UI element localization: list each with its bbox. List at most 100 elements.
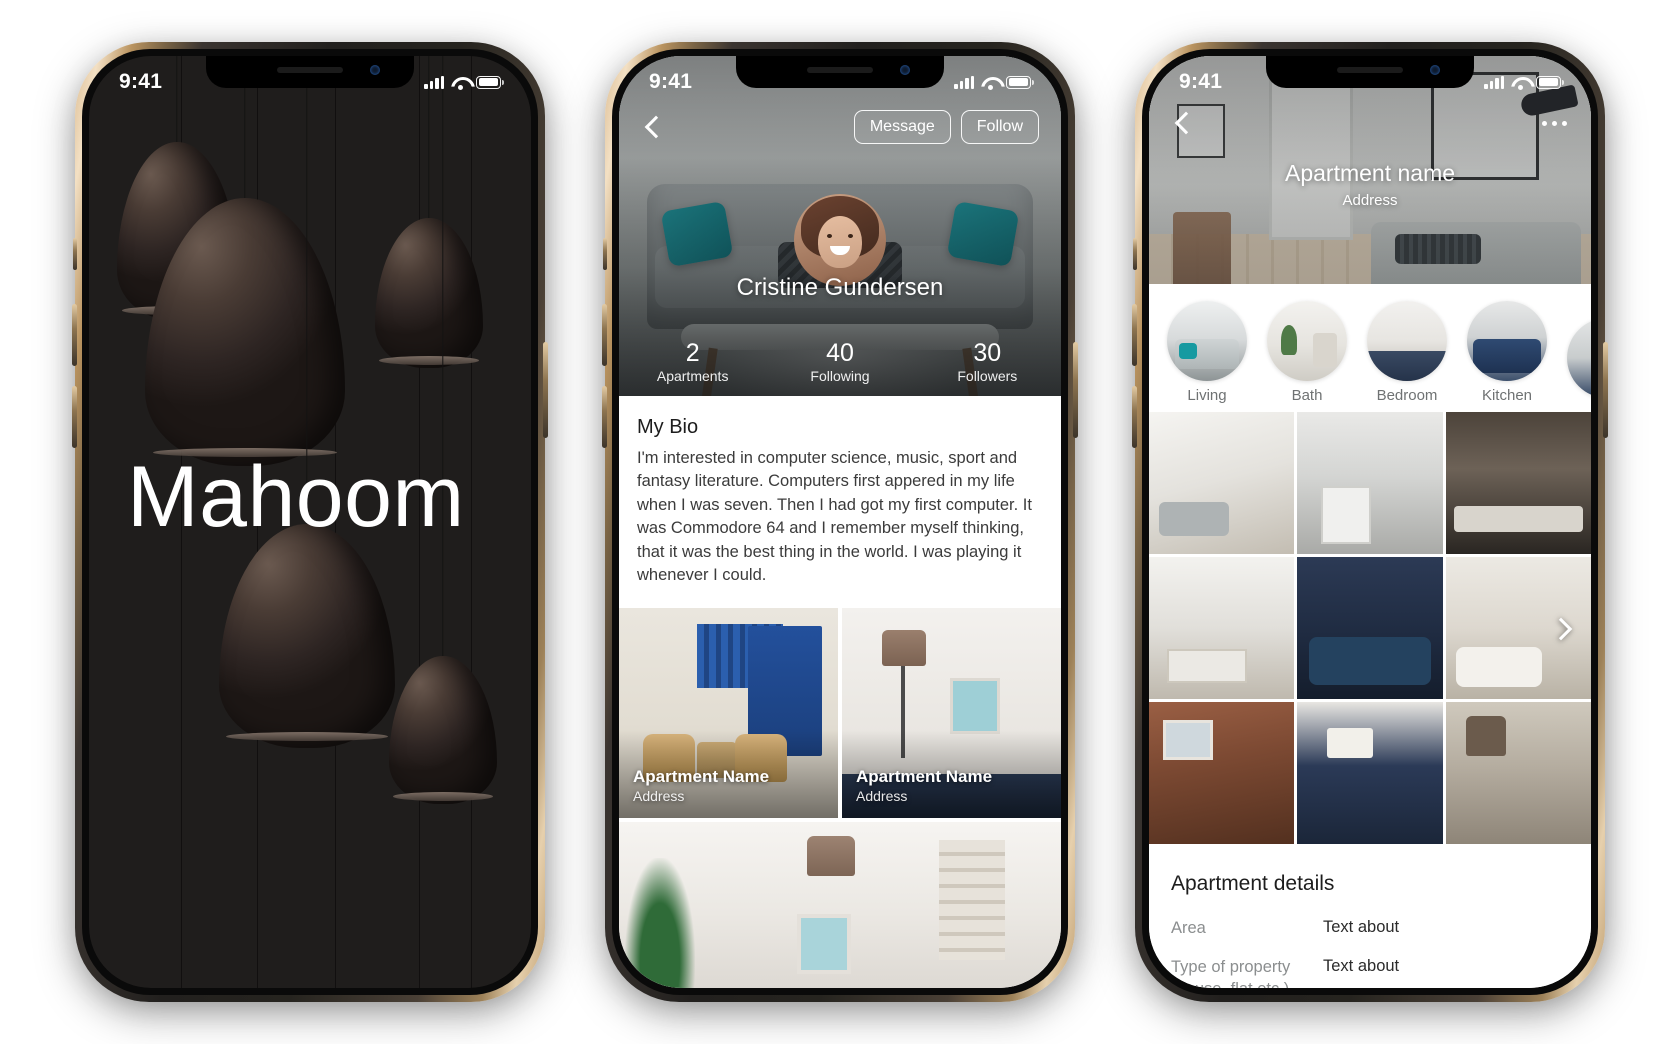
earpiece-speaker — [807, 67, 873, 73]
stat-label: Followers — [957, 368, 1018, 384]
phone-screen-1: Mahoom 9:41 — [89, 56, 531, 988]
power-button[interactable] — [1603, 342, 1608, 438]
apartment-name: Apartment Name — [633, 766, 770, 786]
detail-value: Text about — [1323, 957, 1400, 976]
mute-switch[interactable] — [1133, 238, 1137, 270]
power-button[interactable] — [1073, 342, 1078, 438]
stat-label: Following — [810, 368, 870, 384]
detail-row-type: Type of property (house, flat etc.) Text… — [1171, 957, 1569, 988]
front-camera — [370, 65, 380, 75]
photo-tile[interactable] — [1297, 702, 1443, 844]
detail-row-area: Area Text about — [1171, 918, 1569, 939]
avatar-eye — [848, 234, 853, 238]
category-label: Living — [1187, 387, 1227, 404]
device-notch — [1266, 56, 1474, 88]
apartment-title-block: Apartment name Address — [1149, 160, 1591, 209]
message-button[interactable]: Message — [853, 110, 951, 144]
apartment-name: Apartment Name — [856, 766, 993, 786]
photo-tile[interactable] — [1445, 702, 1591, 844]
apartment-caption: Apartment Name Address — [856, 766, 992, 804]
apartment-name: Apartment name — [1284, 160, 1456, 186]
category-thumbnail — [1467, 301, 1547, 381]
profile-stats: 2 Apartments 40 Following 30 Followers — [619, 339, 1061, 384]
volume-up-button[interactable] — [72, 304, 77, 366]
shelf-decoration — [939, 840, 1005, 960]
avatar[interactable] — [794, 194, 886, 286]
bio-title: My Bio — [637, 416, 699, 438]
category-living[interactable]: Living — [1157, 301, 1257, 404]
detail-key: Type of property (house, flat etc.) — [1171, 957, 1323, 988]
profile-screen: Cristine Gundersen 2 Apartments 40 Follo… — [619, 56, 1061, 988]
phone-splash: Mahoom 9:41 — [72, 42, 548, 1002]
front-camera — [900, 65, 910, 75]
category-bedroom[interactable]: Bedroom — [1357, 301, 1457, 404]
profile-name: Cristine Gundersen — [736, 274, 944, 301]
apartment-details-card: Apartment details Area Text about Type o… — [1149, 844, 1591, 988]
photo-tile[interactable] — [1149, 412, 1295, 554]
phone-screen-2: Cristine Gundersen 2 Apartments 40 Follo… — [619, 56, 1061, 988]
category-bath[interactable]: Bath — [1257, 301, 1357, 404]
apartment-address: Address — [633, 788, 685, 804]
volume-down-button[interactable] — [602, 386, 607, 448]
splash-screen: Mahoom — [89, 56, 531, 988]
stat-following[interactable]: 40 Following — [766, 339, 913, 384]
avatar-eye — [827, 234, 832, 238]
category-kitchen[interactable]: Kitchen — [1457, 301, 1557, 404]
brand-title: Mahoom — [127, 449, 465, 545]
more-options-icon[interactable] — [1540, 115, 1569, 132]
next-chevron-icon[interactable] — [1543, 610, 1579, 646]
category-label: Bedroom — [1376, 387, 1438, 404]
volume-up-button[interactable] — [1132, 304, 1137, 366]
photo-tile[interactable] — [1149, 557, 1295, 699]
wide-photo-tile[interactable] — [619, 822, 1061, 988]
apartment-screen: Apartment name Address Living Bath Bedro… — [1149, 56, 1591, 988]
category-strip[interactable]: Living Bath Bedroom Kitchen — [1149, 284, 1591, 412]
photo-tile[interactable] — [1445, 412, 1591, 554]
back-chevron-icon[interactable] — [1171, 110, 1197, 136]
earpiece-speaker — [1337, 67, 1403, 73]
category-thumbnail — [1167, 301, 1247, 381]
volume-down-button[interactable] — [72, 386, 77, 448]
power-button[interactable] — [543, 342, 548, 438]
stat-apartments[interactable]: 2 Apartments — [619, 339, 766, 384]
stat-value: 30 — [973, 339, 1002, 368]
floor-lamp-decoration — [807, 836, 855, 876]
category-thumbnail — [1567, 318, 1591, 398]
apartment-card-row: Apartment Name Address Apartment Name Ad… — [619, 608, 1061, 818]
phone-profile: Cristine Gundersen 2 Apartments 40 Follo… — [602, 42, 1078, 1002]
profile-hero: Cristine Gundersen 2 Apartments 40 Follo… — [619, 56, 1061, 396]
category-thumbnail — [1367, 301, 1447, 381]
front-camera — [1430, 65, 1440, 75]
back-chevron-icon[interactable] — [641, 114, 667, 140]
stat-followers[interactable]: 30 Followers — [914, 339, 1061, 384]
device-notch — [206, 56, 414, 88]
stat-label: Apartments — [656, 368, 729, 384]
profile-actions: Message Follow — [853, 110, 1039, 144]
volume-down-button[interactable] — [1132, 386, 1137, 448]
apartment-address: Address — [1342, 192, 1398, 209]
lamp-decoration — [882, 630, 926, 758]
avatar-face — [818, 216, 862, 268]
volume-up-button[interactable] — [602, 304, 607, 366]
apartment-card[interactable]: Apartment Name Address — [619, 608, 838, 818]
apartment-card[interactable]: Apartment Name Address — [842, 608, 1061, 818]
category-label: Bath — [1291, 387, 1323, 404]
category-label: Kitchen — [1481, 387, 1533, 404]
photo-tile[interactable] — [1297, 412, 1443, 554]
photo-tile[interactable] — [1149, 702, 1295, 844]
photo-grid — [1149, 412, 1591, 844]
bio-text: I'm interested in computer science, musi… — [637, 449, 1032, 585]
profile-nav-bar: Message Follow — [619, 110, 1061, 144]
photo-tile[interactable] — [1297, 557, 1443, 699]
artwork-decoration — [797, 914, 851, 974]
mute-switch[interactable] — [603, 238, 607, 270]
follow-button[interactable]: Follow — [960, 110, 1039, 144]
phone-screen-3: Apartment name Address Living Bath Bedro… — [1149, 56, 1591, 988]
device-notch — [736, 56, 944, 88]
mute-switch[interactable] — [73, 238, 77, 270]
stat-value: 40 — [826, 339, 854, 368]
bio-card: My Bio I'm interested in computer scienc… — [619, 396, 1061, 608]
detail-key-main: Type of property — [1171, 958, 1291, 977]
category-more[interactable] — [1557, 318, 1591, 404]
plant-decoration — [625, 858, 695, 988]
